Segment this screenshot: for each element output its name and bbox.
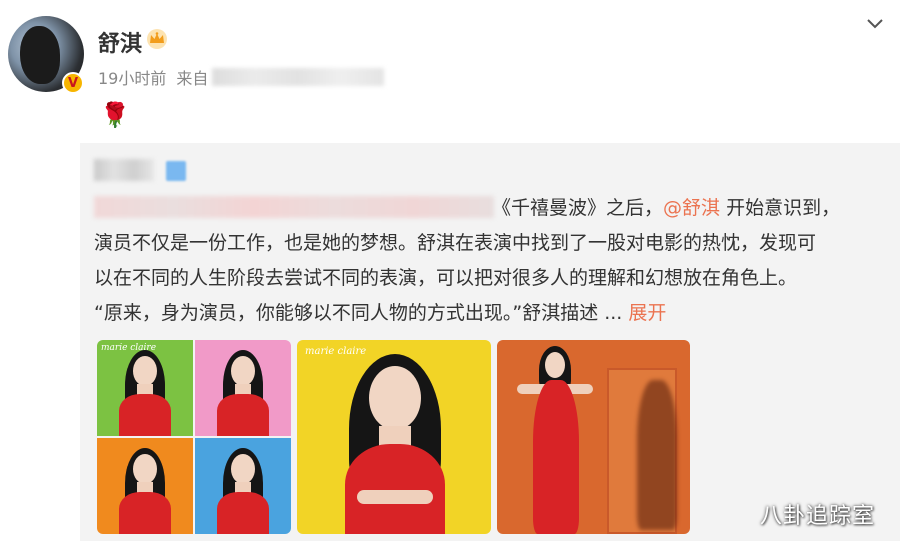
repost-author-blurred	[94, 159, 154, 181]
photo-yellow-cover[interactable]: marie claire	[297, 340, 491, 534]
post-time[interactable]: 19小时前	[98, 65, 166, 89]
expand-link[interactable]: 展开	[628, 302, 666, 324]
magazine-logo: marie claire	[305, 346, 367, 357]
photo-popart[interactable]: marie claire	[97, 340, 291, 534]
avatar-silhouette	[20, 26, 60, 84]
rose-icon: 🌹	[100, 101, 130, 129]
user-name[interactable]: 舒淇	[98, 26, 142, 58]
photo-quadrant	[195, 340, 291, 436]
repost-line-1: 《千禧曼波》之后，@舒淇 开始意识到，	[492, 197, 841, 219]
mention-link[interactable]: @舒淇	[663, 197, 720, 219]
watermark: 八卦追踪室	[760, 504, 876, 529]
repost-card[interactable]: 《千禧曼波》之后，@舒淇 开始意识到， 演员不仅是一份工作，也是她的梦想。舒淇在…	[80, 143, 900, 541]
repost-author-badge-icon	[166, 161, 186, 181]
photo-red-gown[interactable]	[497, 340, 690, 534]
photo-quadrant	[97, 438, 193, 534]
post-meta: 19小时前 来自	[98, 65, 385, 89]
repost-line-3: 以在不同的人生阶段去尝试不同的表演，可以把对很多人的理解和幻想放在角色上。	[94, 267, 798, 289]
post-source-blurred	[212, 68, 385, 86]
verified-badge-icon: V	[62, 72, 84, 94]
background-shadow	[637, 380, 677, 530]
chevron-down-icon[interactable]	[864, 12, 886, 34]
crown-icon	[147, 29, 167, 49]
repost-line-4: “原来，身为演员，你能够以不同人物的方式出现。”舒淇描述 ... 展开	[94, 302, 667, 324]
repost-text: 《千禧曼波》之后，@舒淇 开始意识到， 演员不仅是一份工作，也是她的梦想。舒淇在…	[94, 191, 884, 331]
photo-quadrant: marie claire	[97, 340, 193, 436]
photo-quadrant	[195, 438, 291, 534]
post-source-label: 来自	[176, 69, 209, 88]
repost-line-2: 演员不仅是一份工作，也是她的梦想。舒淇在表演中找到了一股对电影的热忱，发现可	[94, 232, 817, 254]
